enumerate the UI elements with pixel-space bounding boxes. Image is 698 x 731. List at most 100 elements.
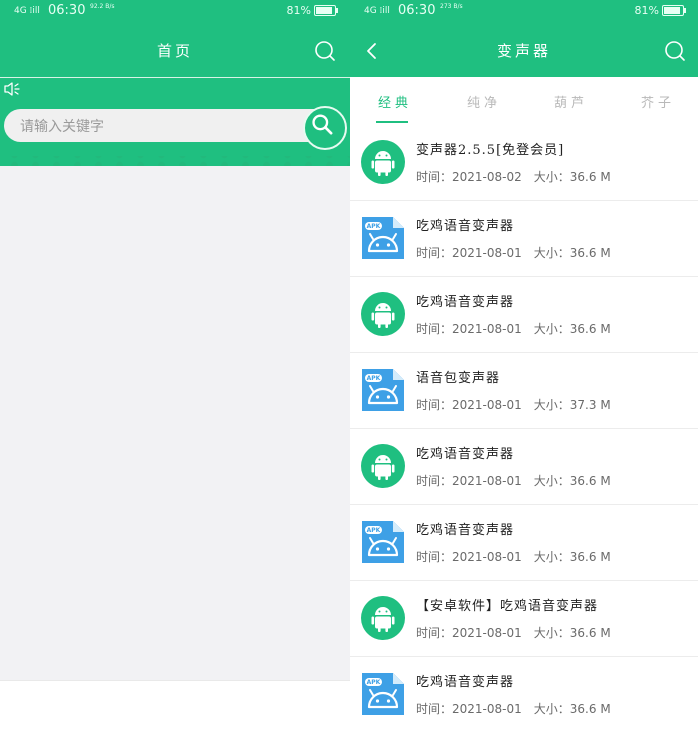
item-size: 36.6 M (569, 702, 611, 716)
search-input[interactable] (18, 109, 292, 144)
bottom-bar (0, 680, 350, 731)
time-label: 时间： (416, 474, 453, 488)
item-title: 变声器2.5.5[免登会员] (416, 143, 565, 158)
battery-percent: 81% (286, 4, 311, 17)
list-item[interactable]: 吃鸡语音变声器 时间：2021-08-01 大小：36.6 M (350, 429, 698, 505)
battery-icon (662, 5, 686, 16)
time-label: 时间： (416, 702, 453, 716)
item-meta: 时间：2021-08-01 大小：36.6 M (416, 320, 623, 337)
home-screen: 4G ⁞ill 06:30 92.2 B/s 81% 首页 (0, 0, 350, 731)
battery-icon (314, 5, 338, 16)
item-size: 36.6 M (569, 474, 611, 488)
time-label: 时间： (416, 246, 453, 260)
svg-text:APK: APK (367, 375, 381, 382)
item-size: 36.6 M (569, 626, 611, 640)
list-item[interactable]: APK 吃鸡语音变声器 时间：2021-08-01 大小：36.6 M (350, 201, 698, 277)
item-meta: 时间：2021-08-01 大小：36.6 M (416, 472, 623, 489)
time-label: 时间： (416, 170, 453, 184)
item-meta: 时间：2021-08-02 大小：36.6 M (416, 168, 623, 185)
signal-indicator: 4G ⁞ill (14, 6, 40, 16)
list-item[interactable]: 【安卓软件】吃鸡语音变声器时间：2021-08-01 大小：36.6 M (350, 581, 698, 657)
top-app-bar: 变声器 (350, 25, 698, 77)
item-meta: 时间：2021-08-01 大小：37.3 M (416, 396, 623, 413)
svg-text:APK: APK (367, 223, 381, 230)
time-label: 时间： (416, 626, 453, 640)
list-item[interactable]: APK 吃鸡语音变声器 时间：2021-08-01 大小：36.6 M (350, 505, 698, 581)
apk-file-icon: APK (360, 367, 406, 413)
speaker-icon (4, 82, 20, 96)
item-title: 吃鸡语音变声器 (416, 675, 515, 690)
tab-gourd[interactable]: 葫芦 (554, 92, 588, 111)
svg-text:APK: APK (367, 679, 381, 686)
item-title: 吃鸡语音变声器 (416, 447, 515, 462)
battery-percent: 81% (634, 4, 659, 17)
status-time: 06:30 (398, 3, 436, 18)
size-label: 大小： (533, 170, 570, 184)
battery-indicator: 81% (634, 4, 686, 17)
voice-changer-screen: 4G ⁞ill 06:30 273 B/s 81% 变声器 经典 纯净 葫芦 芥… (350, 0, 698, 731)
android-round-icon (360, 139, 406, 185)
list-item[interactable]: 吃鸡语音变声器时间：2021-08-01 大小：36.6 M (350, 277, 698, 353)
list-item[interactable]: 变声器2.5.5[免登会员] 时间：2021-08-02 大小：36.6 M (350, 125, 698, 201)
item-size: 37.3 M (569, 398, 611, 412)
apk-file-icon: APK (360, 519, 406, 565)
network-speed: 92.2 B/s (90, 3, 115, 10)
top-app-bar: 首页 (0, 25, 350, 77)
time-label: 时间： (416, 322, 453, 336)
item-meta: 时间：2021-08-01 大小：36.6 M (416, 624, 623, 641)
app-list: 变声器2.5.5[免登会员] 时间：2021-08-02 大小：36.6 M APK… (350, 125, 698, 731)
size-label: 大小： (533, 702, 570, 716)
item-title: 吃鸡语音变声器 (416, 523, 515, 538)
time-label: 时间： (416, 398, 453, 412)
status-time: 06:30 (48, 3, 86, 18)
magnifier-icon (312, 114, 333, 135)
svg-text:APK: APK (367, 527, 381, 534)
item-title: 吃鸡语音变声器 (416, 295, 515, 310)
search-banner (0, 77, 350, 166)
item-size: 36.6 M (569, 322, 611, 336)
apk-file-icon: APK (360, 671, 406, 717)
page-title: 首页 (156, 42, 193, 60)
item-date: 2021-08-01 (452, 398, 522, 412)
category-tabs: 经典 纯净 葫芦 芥子 (350, 77, 698, 125)
size-label: 大小： (533, 246, 570, 260)
size-label: 大小： (533, 474, 570, 488)
status-bar: 4G ⁞ill 06:30 273 B/s 81% (350, 0, 698, 25)
time-label: 时间： (416, 550, 453, 564)
size-label: 大小： (533, 398, 570, 412)
item-size: 36.6 M (569, 246, 611, 260)
apk-file-icon: APK (360, 215, 406, 261)
item-size: 36.6 M (569, 550, 611, 564)
search-icon[interactable] (312, 38, 338, 64)
size-label: 大小： (533, 626, 570, 640)
active-tab-indicator (376, 121, 408, 123)
network-speed: 273 B/s (440, 3, 463, 10)
list-item[interactable]: APK 吃鸡语音变声器 时间：2021-08-01 大小：36.6 M (350, 657, 698, 731)
item-date: 2021-08-01 (452, 550, 522, 564)
list-item[interactable]: APK 语音包变声器 时间：2021-08-01 大小：37.3 M (350, 353, 698, 429)
tab-classic[interactable]: 经典 (378, 92, 412, 111)
decorative-dots (0, 156, 350, 166)
item-meta: 时间：2021-08-01 大小：36.6 M (416, 700, 623, 717)
search-icon[interactable] (662, 38, 688, 64)
item-date: 2021-08-01 (452, 246, 522, 260)
battery-indicator: 81% (286, 4, 338, 17)
android-round-icon (360, 291, 406, 337)
status-bar: 4G ⁞ill 06:30 92.2 B/s 81% (0, 0, 350, 25)
item-size: 36.6 M (569, 170, 611, 184)
item-title: 【安卓软件】吃鸡语音变声器 (416, 599, 599, 614)
item-date: 2021-08-01 (452, 322, 522, 336)
item-date: 2021-08-02 (452, 170, 522, 184)
item-meta: 时间：2021-08-01 大小：36.6 M (416, 244, 623, 261)
item-title: 吃鸡语音变声器 (416, 219, 515, 234)
size-label: 大小： (533, 550, 570, 564)
item-meta: 时间：2021-08-01 大小：36.6 M (416, 548, 623, 565)
item-title: 语音包变声器 (416, 371, 501, 386)
android-round-icon (360, 595, 406, 641)
search-button[interactable] (303, 106, 347, 150)
signal-indicator: 4G ⁞ill (364, 6, 390, 16)
tab-mustard[interactable]: 芥子 (641, 92, 675, 111)
tab-pure[interactable]: 纯净 (467, 92, 501, 111)
item-date: 2021-08-01 (452, 474, 522, 488)
item-date: 2021-08-01 (452, 702, 522, 716)
